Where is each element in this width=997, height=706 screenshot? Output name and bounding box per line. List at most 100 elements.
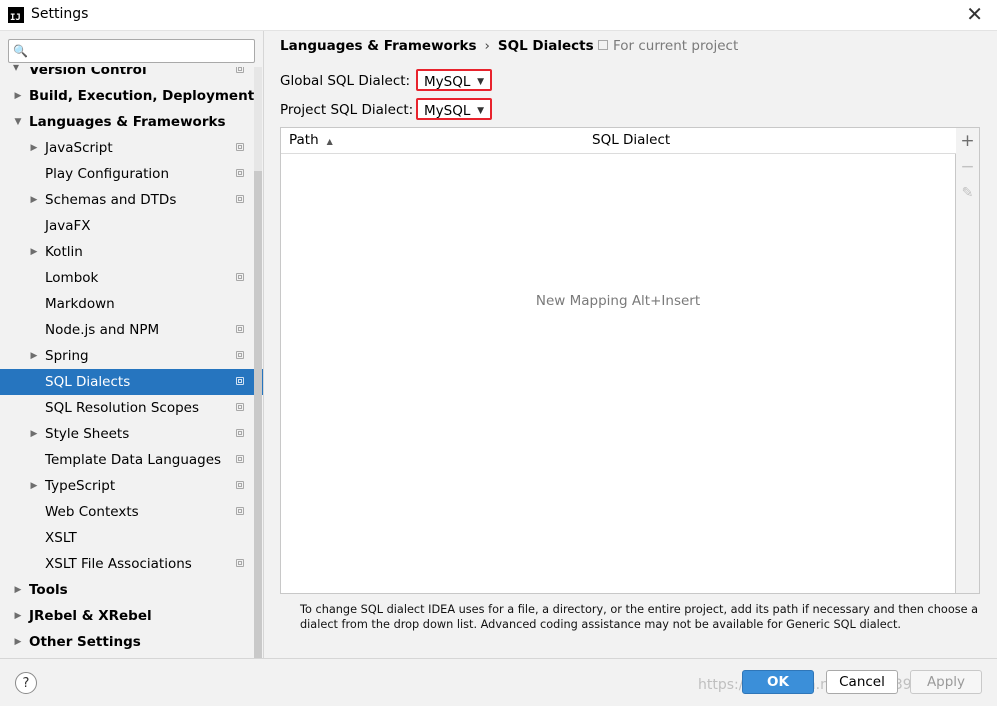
sidebar-item-label: XSLT File Associations: [45, 556, 192, 572]
settings-tree: Version Control ▶ Build, Execution, Deploy…: [0, 67, 263, 658]
add-icon[interactable]: +: [956, 128, 979, 154]
breadcrumb-current: SQL Dialects: [497, 38, 594, 54]
sidebar-item-label: Other Settings: [29, 634, 141, 650]
sidebar-item-javafx[interactable]: JavaFX: [0, 213, 263, 239]
sidebar-item-label: Markdown: [45, 296, 115, 312]
sidebar-item-lombok[interactable]: Lombok: [0, 265, 263, 291]
edit-icon[interactable]: ✎: [956, 180, 979, 206]
project-scope-icon: [236, 455, 244, 463]
sidebar-item-label: Build, Execution, Deployment: [29, 88, 255, 104]
sidebar-item-web-contexts[interactable]: Web Contexts: [0, 499, 263, 525]
breadcrumb-separator: ›: [484, 38, 490, 54]
sidebar-item-build-execution-deployment[interactable]: ▶ Build, Execution, Deployment: [0, 83, 263, 109]
empty-table-hint: New Mapping Alt+Insert: [535, 293, 701, 309]
table-toolbar: + − ✎: [956, 127, 980, 594]
column-header-sql-dialect[interactable]: SQL Dialect: [584, 128, 963, 154]
sidebar-item-jrebel-xrebel[interactable]: ▶ JRebel & XRebel: [0, 603, 263, 629]
sidebar-item-label: Schemas and DTDs: [45, 192, 177, 208]
collapsed-arrow-icon[interactable]: ▶: [28, 343, 40, 369]
for-current-project-note: For current project: [598, 38, 738, 54]
project-scope-icon: [236, 507, 244, 515]
sidebar-item-version-control[interactable]: Version Control: [0, 67, 263, 83]
sidebar-item-spring[interactable]: ▶ Spring: [0, 343, 263, 369]
sidebar-item-sql-resolution-scopes[interactable]: SQL Resolution Scopes: [0, 395, 263, 421]
collapsed-arrow-icon[interactable]: ▶: [28, 421, 40, 447]
sidebar-item-template-data-languages[interactable]: Template Data Languages: [0, 447, 263, 473]
collapsed-arrow-icon[interactable]: ▶: [12, 577, 24, 603]
project-scope-icon: [236, 351, 244, 359]
sidebar-item-javascript[interactable]: ▶ JavaScript: [0, 135, 263, 161]
close-icon[interactable]: ✕: [966, 3, 983, 25]
sidebar-item-sql-dialects[interactable]: SQL Dialects: [0, 369, 263, 395]
settings-content: Languages & Frameworks › SQL Dialects For …: [264, 31, 997, 658]
project-scope-icon: [236, 403, 244, 411]
cancel-button[interactable]: Cancel: [826, 670, 898, 694]
chevron-down-icon: ▼: [477, 77, 484, 87]
sidebar-item-label: JavaFX: [45, 218, 91, 234]
column-header-path[interactable]: Path ▲: [281, 128, 592, 154]
title-bar: IJ Settings ✕: [0, 0, 997, 31]
sidebar-item-label: JavaScript: [45, 140, 113, 156]
sidebar-item-label: Version Control: [29, 67, 147, 78]
dialog-footer: ? https://blog.csdn.net/baidu_39201314 O…: [0, 658, 997, 706]
expanded-arrow-icon[interactable]: ▼: [12, 109, 24, 135]
project-sql-dialect-value: MySQL: [424, 103, 471, 119]
sidebar-item-label: Node.js and NPM: [45, 322, 160, 338]
collapsed-arrow-icon[interactable]: ▶: [28, 187, 40, 213]
sidebar-item-tools[interactable]: ▶ Tools: [0, 577, 263, 603]
sidebar-scrollbar-thumb[interactable]: [254, 171, 262, 658]
global-sql-dialect-dropdown[interactable]: MySQL ▼: [416, 69, 492, 91]
for-current-project-label: For current project: [613, 38, 739, 54]
collapsed-arrow-icon[interactable]: ▶: [28, 473, 40, 499]
project-scope-icon: [236, 325, 244, 333]
sidebar-item-label: Tools: [29, 582, 68, 598]
global-sql-dialect-label: Global SQL Dialect:: [280, 73, 411, 89]
apply-button[interactable]: Apply: [910, 670, 982, 694]
sidebar-item-xslt[interactable]: XSLT: [0, 525, 263, 551]
collapsed-arrow-icon[interactable]: ▶: [28, 135, 40, 161]
project-scope-icon: [236, 195, 244, 203]
settings-sidebar: 🔍▾ Version Control ▶ Build, Execution, Dep…: [0, 31, 264, 658]
sidebar-item-typescript[interactable]: ▶ TypeScript: [0, 473, 263, 499]
sidebar-item-kotlin[interactable]: ▶ Kotlin: [0, 239, 263, 265]
sidebar-item-label: Style Sheets: [45, 426, 130, 442]
collapsed-arrow-icon[interactable]: ▶: [12, 603, 24, 629]
chevron-down-icon: ▼: [477, 106, 484, 116]
dialect-mapping-table[interactable]: Path ▲ SQL Dialect New Mapping Alt+Insert: [280, 127, 963, 594]
project-scope-icon: [236, 377, 244, 385]
project-scope-icon: [236, 429, 244, 437]
sidebar-item-label: Kotlin: [45, 244, 83, 260]
sidebar-item-xslt-file-associations[interactable]: XSLT File Associations: [0, 551, 263, 577]
intellij-logo-icon: IJ: [8, 7, 24, 23]
sidebar-item-label: SQL Dialects: [45, 374, 131, 390]
project-scope-icon: [598, 40, 608, 50]
project-scope-icon: [236, 559, 244, 567]
sidebar-item-label: Web Contexts: [45, 504, 139, 520]
sidebar-item-other-settings[interactable]: ▶ Other Settings: [0, 629, 263, 655]
sidebar-item-label: Spring: [45, 348, 89, 364]
project-scope-icon: [236, 143, 244, 151]
collapsed-arrow-icon[interactable]: ▶: [12, 83, 24, 109]
collapsed-arrow-icon[interactable]: ▶: [12, 629, 24, 655]
global-sql-dialect-value: MySQL: [424, 74, 471, 90]
sidebar-item-label: JRebel & XRebel: [29, 608, 152, 624]
sidebar-item-play-configuration[interactable]: Play Configuration: [0, 161, 263, 187]
project-scope-icon: [236, 481, 244, 489]
project-scope-icon: [236, 273, 244, 281]
sidebar-item-markdown[interactable]: Markdown: [0, 291, 263, 317]
sidebar-item-label: Lombok: [45, 270, 99, 286]
sidebar-item-languages-frameworks[interactable]: ▼ Languages & Frameworks: [0, 109, 263, 135]
sidebar-item-style-sheets[interactable]: ▶ Style Sheets: [0, 421, 263, 447]
ok-button[interactable]: OK: [742, 670, 814, 694]
sidebar-item-label: TypeScript: [45, 478, 116, 494]
breadcrumb: Languages & Frameworks › SQL Dialects: [280, 38, 594, 54]
project-sql-dialect-dropdown[interactable]: MySQL ▼: [416, 98, 492, 120]
collapsed-arrow-icon[interactable]: ▶: [28, 239, 40, 265]
help-icon[interactable]: ?: [15, 672, 37, 694]
sidebar-item-label: XSLT: [45, 530, 77, 546]
sidebar-item-node-js-and-npm[interactable]: Node.js and NPM: [0, 317, 263, 343]
sidebar-item-schemas-and-dtds[interactable]: ▶ Schemas and DTDs: [0, 187, 263, 213]
remove-icon[interactable]: −: [956, 154, 979, 180]
search-input[interactable]: 🔍▾: [8, 39, 255, 74]
breadcrumb-parent[interactable]: Languages & Frameworks: [280, 38, 477, 54]
